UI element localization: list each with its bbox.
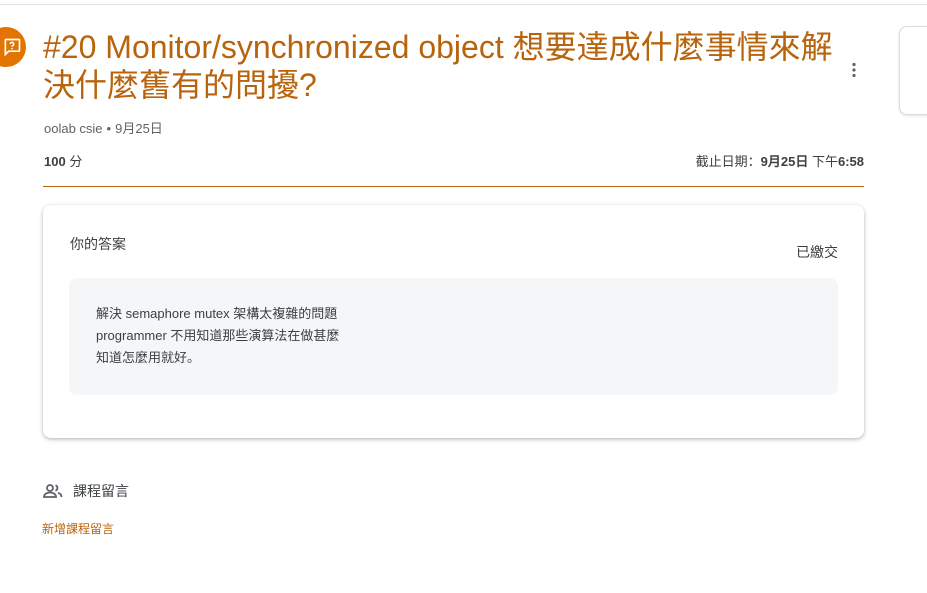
assignment-title: #20 Monitor/synchronized object 想要達成什麼事情… [43, 29, 833, 103]
submission-status: 已繳交 [796, 244, 838, 260]
due-date-value: 9月25日 [760, 154, 809, 169]
more-options-button[interactable] [840, 56, 868, 84]
class-comments-header: 課程留言 [43, 481, 129, 501]
due-date: 截止日期：9月25日 下午6:58 [696, 151, 864, 170]
more-vert-icon [852, 62, 856, 78]
points-value: 100 [44, 154, 66, 169]
posted-date: 9月25日 [115, 121, 163, 136]
due-period: 下午 [811, 154, 838, 169]
points: 100 分 [44, 151, 82, 170]
due-time: 6:58 [837, 154, 864, 169]
meta-separator: • [106, 121, 112, 136]
answer-line: 知道怎麼用就好。 [96, 350, 201, 365]
answer-line: programmer 不用知道那些演算法在做甚麼 [96, 328, 340, 343]
answer-text: 解決 semaphore mutex 架構太複雜的問題 programmer 不… [69, 278, 838, 395]
side-panel-card [899, 26, 927, 115]
add-class-comment-link[interactable]: 新增課程留言 [42, 520, 114, 537]
assignment-meta: oolab csie • 9月25日 [44, 118, 163, 137]
answer-line: 解決 semaphore mutex 架構太複雜的問題 [96, 306, 338, 321]
class-comments-label: 課程留言 [73, 483, 129, 499]
answer-heading: 你的答案 [70, 236, 126, 252]
top-divider [0, 4, 927, 5]
author-name: oolab csie [44, 121, 103, 136]
header-divider [43, 186, 864, 187]
your-answer-card: 你的答案 已繳交 解決 semaphore mutex 架構太複雜的問題 pro… [43, 205, 864, 438]
people-icon [43, 484, 63, 498]
assignment-question-icon [0, 27, 26, 67]
due-label: 截止日期： [695, 154, 761, 169]
points-unit: 分 [69, 154, 83, 169]
